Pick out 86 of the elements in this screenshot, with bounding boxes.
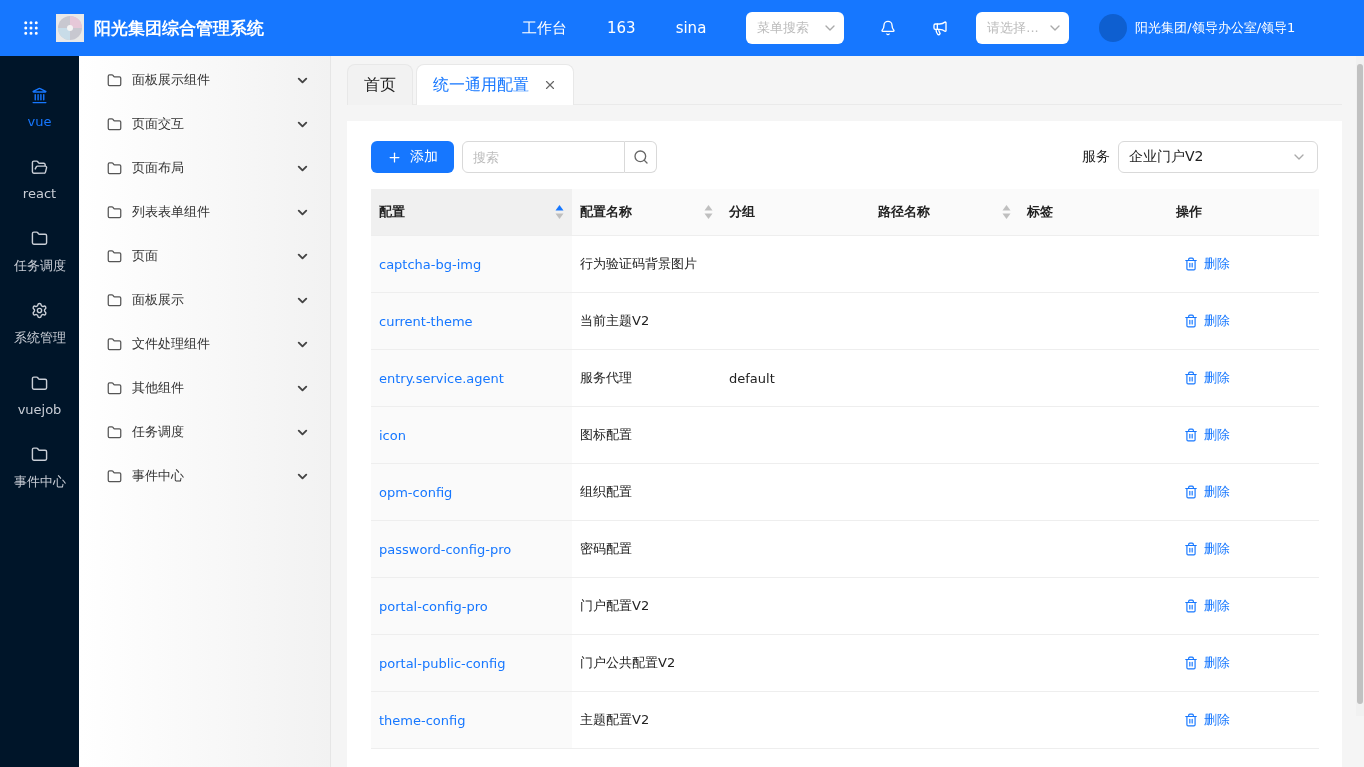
- submenu-item[interactable]: 文件处理组件: [79, 322, 330, 366]
- search-field[interactable]: 搜索: [462, 141, 625, 173]
- close-icon[interactable]: [543, 78, 557, 92]
- delete-link[interactable]: 删除: [1184, 654, 1230, 672]
- user-name[interactable]: 阳光集团/领导办公室/领导1: [1135, 19, 1296, 37]
- delete-link[interactable]: 删除: [1184, 483, 1230, 501]
- delete-link[interactable]: 删除: [1184, 369, 1230, 387]
- trash-icon: [1184, 314, 1198, 328]
- folder-icon: [31, 159, 48, 176]
- apps-icon[interactable]: [22, 19, 40, 37]
- tab[interactable]: 统一通用配置: [416, 64, 574, 105]
- config-link[interactable]: current-theme: [379, 313, 473, 329]
- trash-icon: [1184, 371, 1198, 385]
- submenu-item[interactable]: 列表表单组件: [79, 190, 330, 234]
- folder-icon: [107, 468, 122, 484]
- column-header[interactable]: 路径名称: [870, 189, 1019, 236]
- scrollbar[interactable]: [1356, 56, 1364, 716]
- delete-link[interactable]: 删除: [1184, 255, 1230, 273]
- folder-icon: [107, 336, 122, 352]
- delete-link[interactable]: 删除: [1184, 597, 1230, 615]
- submenu-item[interactable]: 面板展示: [79, 278, 330, 322]
- tab[interactable]: 首页: [347, 64, 413, 105]
- folder-icon: [31, 445, 48, 463]
- column-header: 分组: [721, 189, 870, 236]
- trash-icon: [1184, 542, 1198, 556]
- rail-item[interactable]: vue: [0, 72, 79, 144]
- plus-icon: [387, 149, 402, 165]
- bell-icon[interactable]: [880, 20, 897, 36]
- folder-icon: [107, 116, 122, 132]
- rail-item[interactable]: 事件中心: [0, 432, 79, 504]
- folder-icon: [107, 380, 122, 396]
- column-header: 操作: [1168, 189, 1319, 236]
- nav-link[interactable]: 163: [607, 19, 636, 37]
- config-link[interactable]: icon: [379, 427, 406, 443]
- nav-link[interactable]: 工作台: [522, 18, 567, 38]
- folder-icon: [107, 72, 122, 88]
- column-header[interactable]: 配置名称: [572, 189, 721, 236]
- config-link[interactable]: portal-config-pro: [379, 598, 488, 614]
- trash-icon: [1184, 428, 1198, 442]
- config-link[interactable]: entry.service.agent: [379, 370, 504, 386]
- rail-item[interactable]: vuejob: [0, 360, 79, 432]
- trash-icon: [1184, 713, 1198, 727]
- disc-logo-icon: [56, 14, 84, 42]
- submenu-item[interactable]: 面板展示组件: [79, 58, 330, 102]
- folder-icon: [107, 160, 122, 176]
- submenu-item[interactable]: 页面布局: [79, 146, 330, 190]
- folder-icon: [31, 229, 48, 247]
- folder-icon: [107, 292, 122, 308]
- nav-link[interactable]: sina: [675, 19, 707, 37]
- folder-icon: [107, 204, 122, 220]
- submenu-item[interactable]: 事件中心: [79, 454, 330, 498]
- trash-icon: [1184, 656, 1198, 670]
- search-icon: [632, 149, 649, 165]
- folder-icon: [107, 248, 122, 264]
- sort-icon[interactable]: [555, 204, 564, 220]
- column-header[interactable]: 配置: [371, 189, 572, 236]
- search-button[interactable]: [625, 141, 657, 173]
- delete-link[interactable]: 删除: [1184, 540, 1230, 558]
- app-title: 阳光集团综合管理系统: [94, 16, 265, 40]
- config-link[interactable]: password-config-pro: [379, 541, 512, 557]
- submenu-item[interactable]: 其他组件: [79, 366, 330, 410]
- submenu-item[interactable]: 页面: [79, 234, 330, 278]
- service-select[interactable]: 企业门户V2: [1118, 141, 1318, 173]
- rail-item[interactable]: 系统管理: [0, 288, 79, 360]
- delete-link[interactable]: 删除: [1184, 312, 1230, 330]
- config-link[interactable]: theme-config: [379, 712, 466, 728]
- service-label: 服务: [1082, 148, 1110, 166]
- config-link[interactable]: opm-config: [379, 484, 453, 500]
- column-header: 标签: [1019, 189, 1168, 236]
- delete-link[interactable]: 删除: [1184, 426, 1230, 444]
- folder-icon: [107, 424, 122, 440]
- trash-icon: [1184, 599, 1198, 613]
- trash-icon: [1184, 485, 1198, 499]
- config-link[interactable]: portal-public-config: [379, 655, 506, 671]
- settings-icon: [31, 301, 48, 319]
- megaphone-icon[interactable]: [932, 20, 949, 36]
- folder-icon: [31, 375, 48, 392]
- trash-icon: [1184, 257, 1198, 271]
- config-link[interactable]: captcha-bg-img: [379, 256, 482, 272]
- rail-item[interactable]: 任务调度: [0, 216, 79, 288]
- bank-icon: [31, 87, 48, 104]
- submenu-item[interactable]: 任务调度: [79, 410, 330, 454]
- add-button[interactable]: 添加: [371, 141, 454, 173]
- delete-link[interactable]: 删除: [1184, 711, 1230, 729]
- rail-item[interactable]: react: [0, 144, 79, 216]
- submenu-item[interactable]: 页面交互: [79, 102, 330, 146]
